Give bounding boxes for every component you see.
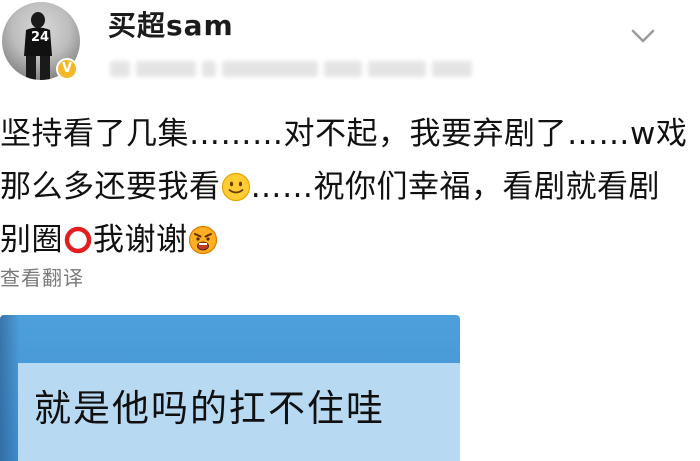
- post-line-2: 那么多还要我看 ……祝你们幸福，看剧就看剧: [0, 161, 700, 214]
- post-text-segment: 我谢谢: [93, 222, 188, 258]
- username[interactable]: 买超sam: [108, 4, 234, 44]
- weibo-post: 24 V 买超sam 坚持看了几集………对不起，我要弃剧了……w戏 那么多还要我…: [0, 0, 700, 461]
- chevron-down-icon[interactable]: [630, 26, 656, 46]
- post-meta-blurred: [110, 58, 472, 80]
- post-line-1: 坚持看了几集………对不起，我要弃剧了……w戏: [0, 116, 688, 152]
- image-caption: 就是他吗的扛不住哇: [34, 387, 385, 430]
- post-text-segment: 别圈: [0, 222, 63, 258]
- post-text-segment: ……祝你们幸福，看剧就看剧: [250, 169, 660, 205]
- image-edge-shadow: [0, 315, 20, 461]
- post-line-3: 别圈 我谢谢: [0, 214, 700, 267]
- translate-link[interactable]: 查看翻译: [0, 262, 84, 291]
- jersey-number: 24: [30, 30, 50, 45]
- post-text-segment: 那么多还要我看: [0, 169, 221, 205]
- angry-emoji-icon: [188, 225, 217, 255]
- basketball-player-avatar-icon: [24, 12, 52, 80]
- smile-emoji-icon: [221, 172, 250, 202]
- post-content: 坚持看了几集………对不起，我要弃剧了……w戏 那么多还要我看 ……祝你们幸福，看…: [0, 108, 700, 267]
- red-circle-icon: [64, 226, 92, 254]
- verified-badge-icon: V: [56, 58, 78, 80]
